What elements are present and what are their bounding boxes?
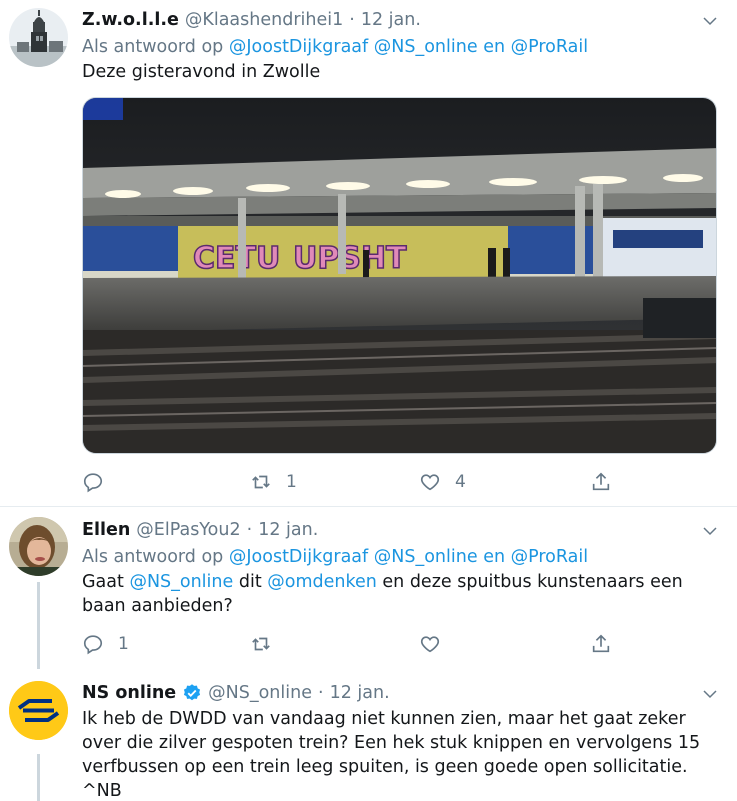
display-name[interactable]: NS online	[82, 680, 176, 706]
tweet-actions: 1 4	[82, 469, 622, 495]
reply-icon	[83, 473, 103, 493]
reply-prefix: Als antwoord op	[82, 547, 224, 567]
thread-connector	[37, 582, 40, 669]
reply-count: 1	[118, 634, 129, 654]
tweet-3[interactable]: NS online @NS_online · 12 jan. Ik heb de…	[0, 669, 737, 801]
retweet-count: 1	[286, 472, 297, 492]
tweet-header: Ellen @ElPasYou2 · 12 jan.	[82, 517, 719, 543]
tweet-2[interactable]: Ellen @ElPasYou2 · 12 jan. Als antwoord …	[0, 507, 737, 669]
tweet-photo[interactable]: CETU UPSHT	[82, 97, 717, 454]
avatar-zwolle[interactable]	[9, 8, 68, 67]
share-icon	[592, 472, 610, 491]
tweet-text: Ik heb de DWDD van vandaag niet kunnen z…	[82, 707, 719, 801]
text-line: Ik heb de DWDD van vandaag niet kunnen z…	[82, 709, 686, 729]
text-line: ^NB	[82, 781, 122, 801]
mention-omdenken[interactable]: @omdenken	[267, 572, 377, 592]
share-button[interactable]	[590, 469, 612, 495]
like-button[interactable]: 4	[419, 469, 466, 495]
tweet-date[interactable]: 12 jan.	[330, 680, 390, 706]
mention-ns-online[interactable]: @NS_online	[374, 547, 478, 567]
user-handle[interactable]: @NS_online	[208, 680, 312, 706]
mention-ns-online[interactable]: @NS_online	[129, 572, 233, 592]
svg-text:UPSHT: UPSHT	[293, 241, 407, 276]
chevron-down-icon[interactable]	[701, 685, 719, 703]
reply-icon	[83, 635, 103, 655]
like-icon	[420, 636, 440, 653]
retweet-button[interactable]	[250, 631, 272, 657]
text-segment: dit	[233, 572, 268, 592]
tweet-date[interactable]: 12 jan.	[361, 7, 421, 33]
avatar-ns-online[interactable]	[9, 681, 68, 740]
share-button[interactable]	[590, 631, 612, 657]
tweet-actions: 1	[82, 631, 622, 657]
mention-conjunction[interactable]: en	[483, 37, 505, 57]
user-handle[interactable]: @Klaashendrihei1	[185, 7, 343, 33]
verified-icon	[184, 684, 201, 701]
tweet-date[interactable]: 12 jan.	[258, 517, 318, 543]
mention-joostdijkgraaf[interactable]: @JoostDijkgraaf	[229, 37, 368, 57]
mention-conjunction[interactable]: en	[483, 547, 505, 567]
reply-button[interactable]	[82, 469, 104, 495]
dot-separator: ·	[318, 683, 324, 703]
tweet-text: Deze gisteravond in Zwolle	[82, 62, 321, 82]
tweet-header: Z.w.o.l.l.e @Klaashendrihei1 · 12 jan.	[82, 7, 719, 33]
dot-separator: ·	[349, 10, 355, 30]
like-icon	[420, 474, 440, 491]
mention-ns-online[interactable]: @NS_online	[374, 37, 478, 57]
share-icon	[592, 634, 610, 653]
mention-joostdijkgraaf[interactable]: @JoostDijkgraaf	[229, 547, 368, 567]
user-handle[interactable]: @ElPasYou2	[136, 517, 240, 543]
reply-context: Als antwoord op @JoostDijkgraaf @NS_onli…	[82, 35, 719, 59]
reply-context: Als antwoord op @JoostDijkgraaf @NS_onli…	[82, 545, 719, 569]
like-count: 4	[455, 472, 466, 492]
reply-button[interactable]: 1	[82, 631, 129, 657]
thread-connector	[37, 754, 40, 801]
retweet-icon	[252, 637, 270, 651]
ns-logo-icon	[9, 681, 68, 740]
retweet-icon	[252, 475, 270, 489]
text-segment: Gaat	[82, 572, 130, 592]
tweet-header: NS online @NS_online · 12 jan.	[82, 680, 719, 706]
tweet-text: Gaat @NS_online dit @omdenken en deze sp…	[82, 570, 719, 618]
display-name[interactable]: Z.w.o.l.l.e	[82, 7, 179, 33]
text-line: over die zilver gespoten trein? Een hek …	[82, 733, 701, 753]
dot-separator: ·	[246, 520, 253, 540]
tweet-1[interactable]: Z.w.o.l.l.e @Klaashendrihei1 · 12 jan. A…	[0, 0, 737, 506]
retweet-button[interactable]: 1	[250, 469, 297, 495]
avatar-ellen[interactable]	[9, 517, 68, 576]
mention-prorail[interactable]: @ProRail	[511, 547, 589, 567]
display-name[interactable]: Ellen	[82, 517, 130, 543]
mention-prorail[interactable]: @ProRail	[511, 37, 589, 57]
text-line: verfbussen op een trein leeg spuiten, is…	[82, 757, 688, 777]
chevron-down-icon[interactable]	[701, 522, 719, 540]
svg-text:CETU: CETU	[193, 241, 280, 276]
chevron-down-icon[interactable]	[701, 12, 719, 30]
like-button[interactable]	[419, 631, 441, 657]
reply-prefix: Als antwoord op	[82, 37, 224, 57]
